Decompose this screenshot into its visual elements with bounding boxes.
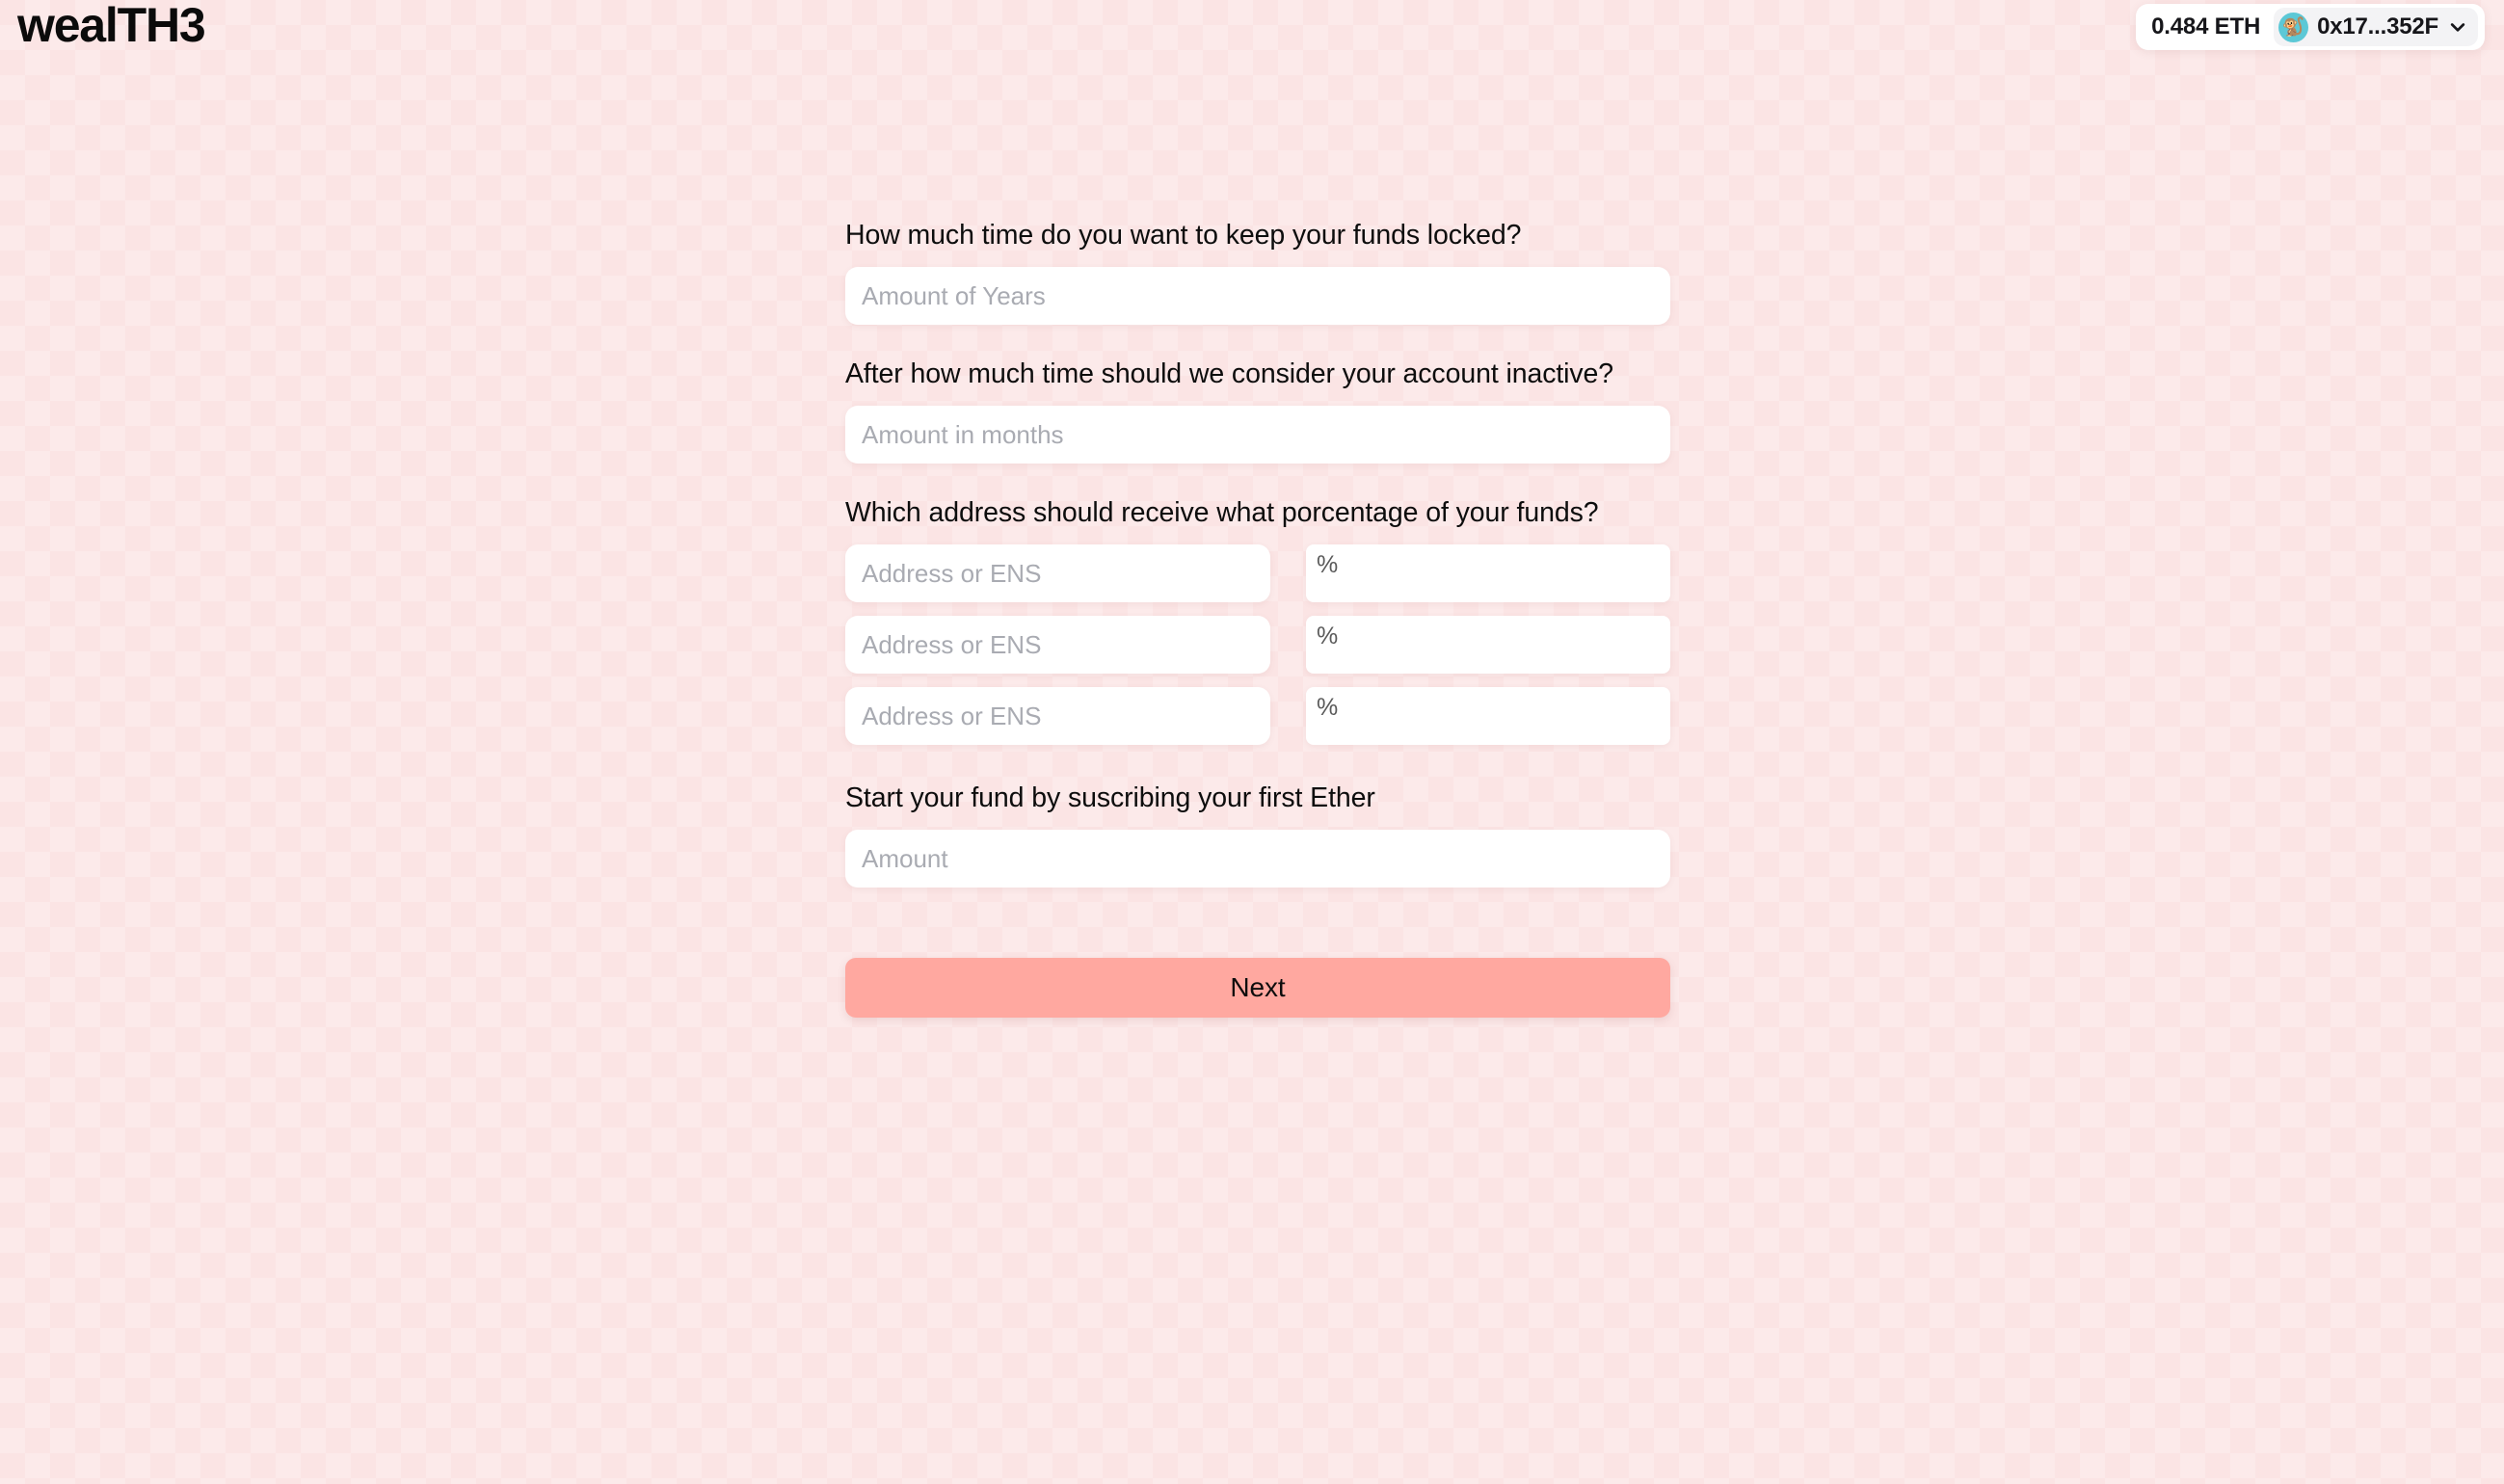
beneficiary-row: % [845,687,1670,745]
inactivity-period-input[interactable] [845,406,1670,464]
lock-duration-input[interactable] [845,267,1670,325]
chevron-down-icon[interactable] [2448,17,2467,37]
beneficiary-percent-input[interactable] [1306,544,1670,602]
beneficiaries-label: Which address should receive what porcen… [845,497,1599,528]
wallet-address: 0x17...352F [2317,13,2438,40]
inactivity-period-label: After how much time should we consider y… [845,358,1614,389]
beneficiary-percent-input[interactable] [1306,616,1670,674]
beneficiary-address-input[interactable] [845,687,1270,745]
beneficiary-percent-input[interactable] [1306,687,1670,745]
monkey-avatar-icon: 🐒 [2278,12,2309,42]
next-button[interactable]: Next [845,958,1670,1018]
beneficiary-percent-field: % [1306,687,1670,745]
beneficiary-percent-field: % [1306,544,1670,602]
wallet-account-button[interactable]: 🐒 0x17...352F [2274,8,2478,46]
beneficiary-row: % [845,616,1670,674]
initial-deposit-input[interactable] [845,830,1670,888]
lock-duration-label: How much time do you want to keep your f… [845,220,1522,251]
beneficiary-rows: % % % [845,544,1670,745]
wallet-balance: 0.484 ETH [2151,13,2261,40]
fund-setup-form: How much time do you want to keep your f… [845,212,1670,1018]
beneficiary-row: % [845,544,1670,602]
wallet-widget[interactable]: 0.484 ETH 🐒 0x17...352F [2136,4,2485,50]
beneficiary-address-input[interactable] [845,544,1270,602]
logo-lowercase-part: weal [17,0,119,52]
initial-deposit-label: Start your fund by suscribing your first… [845,782,1375,813]
beneficiary-address-input[interactable] [845,616,1270,674]
beneficiary-percent-field: % [1306,616,1670,674]
logo-uppercase-part: TH3 [117,0,206,52]
app-header: wealTH3 0.484 ETH 🐒 0x17...352F [0,0,2504,83]
app-logo: wealTH3 [17,0,206,52]
